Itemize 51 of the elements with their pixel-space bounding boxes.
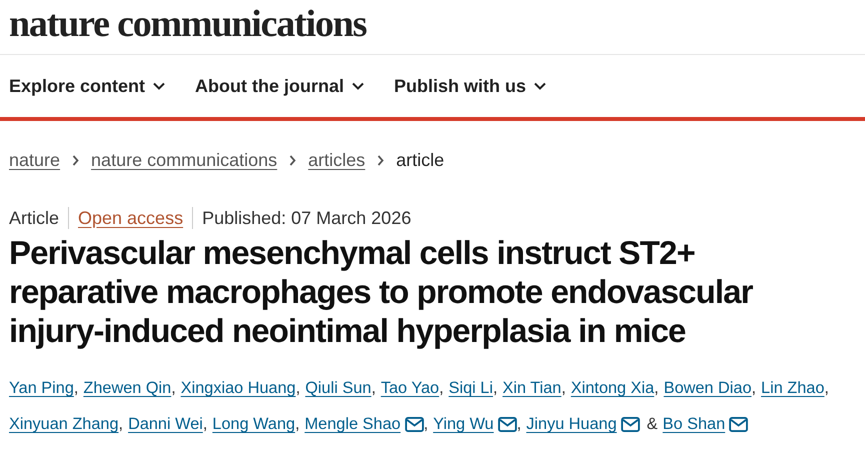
chevron-right-icon bbox=[377, 154, 384, 166]
author-link[interactable]: Ying Wu bbox=[433, 406, 494, 442]
author-separator: , bbox=[295, 414, 300, 435]
chevron-down-icon bbox=[352, 82, 364, 90]
author-link[interactable]: Xinyuan Zhang bbox=[9, 406, 119, 442]
nav-menu-item[interactable]: About the journal bbox=[195, 76, 364, 96]
author-link[interactable]: Siqi Li bbox=[448, 370, 493, 406]
author-separator: , bbox=[118, 414, 124, 435]
author-link[interactable]: Tao Yao bbox=[380, 370, 440, 406]
author-separator: , bbox=[516, 414, 522, 435]
author-link[interactable]: Qiuli Sun bbox=[305, 370, 372, 406]
breadcrumb-link[interactable]: nature bbox=[9, 150, 60, 170]
author-link[interactable]: Xintong Xia bbox=[570, 370, 654, 406]
chevron-right-icon bbox=[289, 154, 296, 166]
breadcrumb-link[interactable]: articles bbox=[308, 150, 366, 170]
author-separator: , bbox=[424, 414, 428, 435]
article-title: Perivascular mesenchymal cells instruct ST2+ reparative macrophages to promote endovascular injury-induced neointimal hyperplasia in mice bbox=[8, 233, 754, 350]
author-link[interactable]: Bowen Diao bbox=[664, 370, 752, 406]
author-link[interactable]: Bo Shan bbox=[662, 406, 726, 442]
author-link[interactable]: Xin Tian bbox=[502, 370, 562, 406]
breadcrumb-current: article bbox=[396, 150, 444, 170]
author-separator: , bbox=[171, 378, 176, 399]
author-link[interactable]: Yan Ping bbox=[9, 370, 74, 406]
author-separator: , bbox=[492, 378, 498, 399]
author-separator: , bbox=[561, 378, 566, 399]
author-link[interactable]: Mengle Shao bbox=[304, 406, 401, 442]
author-separator: , bbox=[439, 378, 444, 399]
author-separator: , bbox=[202, 414, 208, 435]
author-separator: , bbox=[74, 378, 78, 399]
chevron-right-icon bbox=[72, 154, 80, 166]
author-separator: , bbox=[296, 378, 300, 399]
author-link[interactable]: Lin Zhao bbox=[761, 370, 824, 406]
publish-date: Published: 07 March 2026 bbox=[202, 208, 412, 228]
author-separator: , bbox=[371, 378, 376, 399]
nav-menu-item[interactable]: Explore content bbox=[9, 76, 166, 96]
author-link[interactable]: Long Wang bbox=[212, 406, 296, 442]
journal-logo[interactable]: nature communications bbox=[0, 0, 865, 55]
chevron-down-icon bbox=[534, 82, 546, 90]
author-link[interactable]: Xingxiao Huang bbox=[180, 370, 296, 406]
author-separator: , bbox=[654, 378, 659, 399]
breadcrumb-link[interactable]: nature communications bbox=[91, 150, 278, 170]
article-type: Article bbox=[9, 208, 60, 228]
author-link[interactable]: Danni Wei bbox=[128, 406, 203, 442]
open-access-link[interactable]: Open access bbox=[78, 208, 184, 228]
chevron-down-icon bbox=[153, 82, 166, 90]
author-link[interactable]: Zhewen Qin bbox=[83, 370, 172, 406]
author-link[interactable]: Jinyu Huang bbox=[526, 406, 617, 442]
nav-menu-item[interactable]: Publish with us bbox=[394, 76, 546, 96]
author-separator: , bbox=[752, 378, 756, 399]
author-separator: & bbox=[646, 414, 658, 435]
author-separator: , bbox=[824, 378, 829, 399]
